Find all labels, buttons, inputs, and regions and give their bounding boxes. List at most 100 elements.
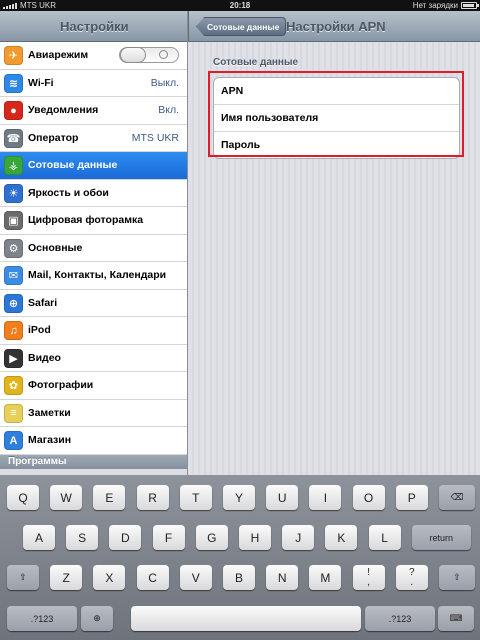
sidebar-item-label: Wi-Fi (28, 76, 54, 89)
key-u[interactable]: U (266, 485, 299, 510)
sidebar-item-label: Цифровая фоторамка (28, 214, 144, 227)
sidebar-title: Настройки (0, 11, 187, 42)
numbers-key-left[interactable]: .?123 (7, 606, 77, 631)
punctuation-label: !, (367, 566, 370, 588)
sidebar-item[interactable]: ≡ Заметки (0, 400, 187, 427)
sidebar-item-label: Заметки (28, 406, 71, 419)
airplane-mode-toggle[interactable] (119, 47, 179, 64)
sidebar-item-label: Сотовые данные (28, 159, 118, 172)
sidebar-item[interactable]: ⚶ Сотовые данные (0, 152, 187, 180)
onscreen-keyboard: Q W E R T Y U I O P ⌫ A S D F G H J K Lreturn ⇧ Z X C V B N M!,?. ⇧.… (0, 475, 480, 640)
group-label: Сотовые данные (213, 57, 299, 68)
sidebar-item[interactable]: ▶ Видео (0, 345, 187, 372)
globe-icon[interactable]: ⊕ (81, 606, 113, 631)
return-key[interactable]: return (411, 525, 471, 550)
key-d[interactable]: D (109, 525, 142, 550)
sidebar-item[interactable]: ▣ Цифровая фоторамка (0, 207, 187, 235)
sidebar-item[interactable]: ⊕ Safari (0, 290, 187, 317)
sidebar-item[interactable]: ● Уведомления Вкл. (0, 97, 187, 125)
key-p[interactable]: P (395, 485, 428, 510)
back-button[interactable]: Сотовые данные (196, 17, 287, 36)
battery-icon (461, 2, 479, 9)
sidebar-item-value: Вкл. (158, 104, 179, 117)
key-v[interactable]: V (179, 565, 212, 590)
status-time: 20:18 (229, 1, 251, 10)
sidebar-item[interactable]: ⚙ Основные (0, 235, 187, 262)
punctuation-label: ?. (409, 566, 415, 588)
notes-icon: ≡ (4, 403, 23, 423)
mail-icon: ✉ (4, 266, 23, 285)
key-punctuation[interactable]: ?. (395, 565, 428, 590)
sidebar-item-label: Основные (28, 241, 83, 254)
apn-field-row[interactable]: APN (214, 78, 459, 105)
sidebar-item-label: Авиарежим (28, 49, 89, 62)
sidebar-item[interactable]: ✿ Фотографии (0, 372, 187, 400)
photo-frame-icon: ▣ (4, 211, 23, 230)
sidebar-item-value: Выкл. (150, 76, 179, 89)
shift-key-left-icon[interactable]: ⇧ (7, 565, 39, 590)
ipod-icon: ♫ (4, 321, 23, 340)
sidebar-item[interactable]: A Магазин (0, 427, 187, 455)
key-z[interactable]: Z (50, 565, 83, 590)
key-c[interactable]: C (136, 565, 169, 590)
sidebar-item-label: Фотографии (28, 379, 94, 392)
key-y[interactable]: Y (223, 485, 255, 510)
key-q[interactable]: Q (7, 485, 39, 510)
settings-list: ✈ Авиарежим ≋ Wi-Fi Выкл. ● Уведомления Вкл. ☎ Оп… (0, 42, 187, 455)
key-o[interactable]: O (352, 485, 385, 510)
sidebar-item-value: MTS UKR (131, 131, 179, 144)
key-punctuation[interactable]: !, (352, 565, 385, 590)
notifications-icon: ● (4, 101, 23, 120)
detail-title: Настройки APN (286, 19, 386, 34)
gear-icon: ⚙ (4, 238, 23, 258)
key-s[interactable]: S (66, 525, 99, 550)
cellular-data-icon: ⚶ (4, 156, 23, 175)
sidebar-item[interactable]: ☎ Оператор MTS UKR (0, 125, 187, 152)
phone-icon: ☎ (4, 128, 23, 148)
key-j[interactable]: J (282, 525, 315, 550)
key-k[interactable]: K (325, 525, 358, 550)
brightness-icon: ☀ (4, 183, 23, 203)
apn-detail-pane: Сотовые данные Настройки APN Сотовые дан… (188, 11, 480, 475)
key-f[interactable]: F (152, 525, 185, 550)
key-b[interactable]: B (223, 565, 255, 590)
key-h[interactable]: H (239, 525, 271, 550)
sidebar-item-label: Оператор (28, 131, 79, 144)
key-t[interactable]: T (179, 485, 212, 510)
sunflower-icon: ✿ (4, 376, 23, 395)
sidebar-item-label: Уведомления (28, 104, 99, 117)
apn-fields-group: APN Имя пользователя Пароль (213, 77, 460, 159)
app-store-icon: A (4, 431, 23, 450)
key-m[interactable]: M (309, 565, 342, 590)
shift-key-right-icon[interactable]: ⇧ (439, 565, 475, 590)
key-g[interactable]: G (195, 525, 228, 550)
space-bar[interactable] (131, 606, 361, 631)
hide-keyboard-icon[interactable]: ⌨ (438, 606, 474, 631)
numbers-key-right[interactable]: .?123 (365, 606, 435, 631)
key-w[interactable]: W (50, 485, 83, 510)
sidebar-item-label: Mail, Контакты, Календари (28, 269, 167, 282)
key-e[interactable]: E (93, 485, 126, 510)
sidebar-item[interactable]: ☀ Яркость и обои (0, 180, 187, 207)
airplane-icon: ✈ (4, 46, 23, 65)
sidebar-item[interactable]: ✉ Mail, Контакты, Календари (0, 262, 187, 290)
backspace-key-icon[interactable]: ⌫ (439, 485, 475, 510)
key-a[interactable]: A (23, 525, 55, 550)
sidebar-item[interactable]: ♫ iPod (0, 317, 187, 345)
key-n[interactable]: N (266, 565, 299, 590)
sidebar-item[interactable]: ✈ Авиарежим (0, 42, 187, 70)
video-clapper-icon: ▶ (4, 348, 23, 368)
key-r[interactable]: R (136, 485, 169, 510)
status-bar: MTS UKR 20:18 Нет зарядки (0, 0, 480, 11)
key-l[interactable]: L (368, 525, 401, 550)
apn-field-row[interactable]: Имя пользователя (214, 105, 459, 132)
apps-section-header: Программы (0, 454, 187, 469)
status-right: Нет зарядки (412, 0, 479, 11)
toggle-knob (120, 47, 146, 64)
apn-field-row[interactable]: Пароль (214, 132, 459, 159)
battery-status-text: Нет зарядки (412, 1, 458, 10)
key-i[interactable]: I (309, 485, 342, 510)
sidebar-item[interactable]: ≋ Wi-Fi Выкл. (0, 70, 187, 97)
sidebar-item-label: Видео (28, 351, 61, 364)
key-x[interactable]: X (93, 565, 126, 590)
